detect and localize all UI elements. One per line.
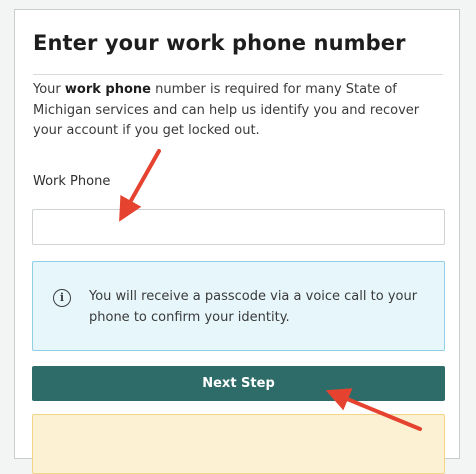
title-divider xyxy=(33,74,443,75)
work-phone-input[interactable] xyxy=(32,209,445,245)
info-circle-icon: i xyxy=(53,289,71,307)
next-step-button[interactable]: Next Step xyxy=(32,366,445,401)
info-alert: i You will receive a passcode via a voic… xyxy=(32,261,445,351)
work-phone-label: Work Phone xyxy=(33,174,111,189)
warning-alert xyxy=(32,414,445,474)
page-title: Enter your work phone number xyxy=(33,31,406,55)
description-prefix: Your xyxy=(33,82,65,97)
phone-setup-card: Enter your work phone number Your work p… xyxy=(14,9,460,474)
description-emphasis: work phone xyxy=(64,82,151,97)
description-text: Your work phone number is required for m… xyxy=(33,80,445,142)
info-alert-text: You will receive a passcode via a voice … xyxy=(89,289,418,325)
